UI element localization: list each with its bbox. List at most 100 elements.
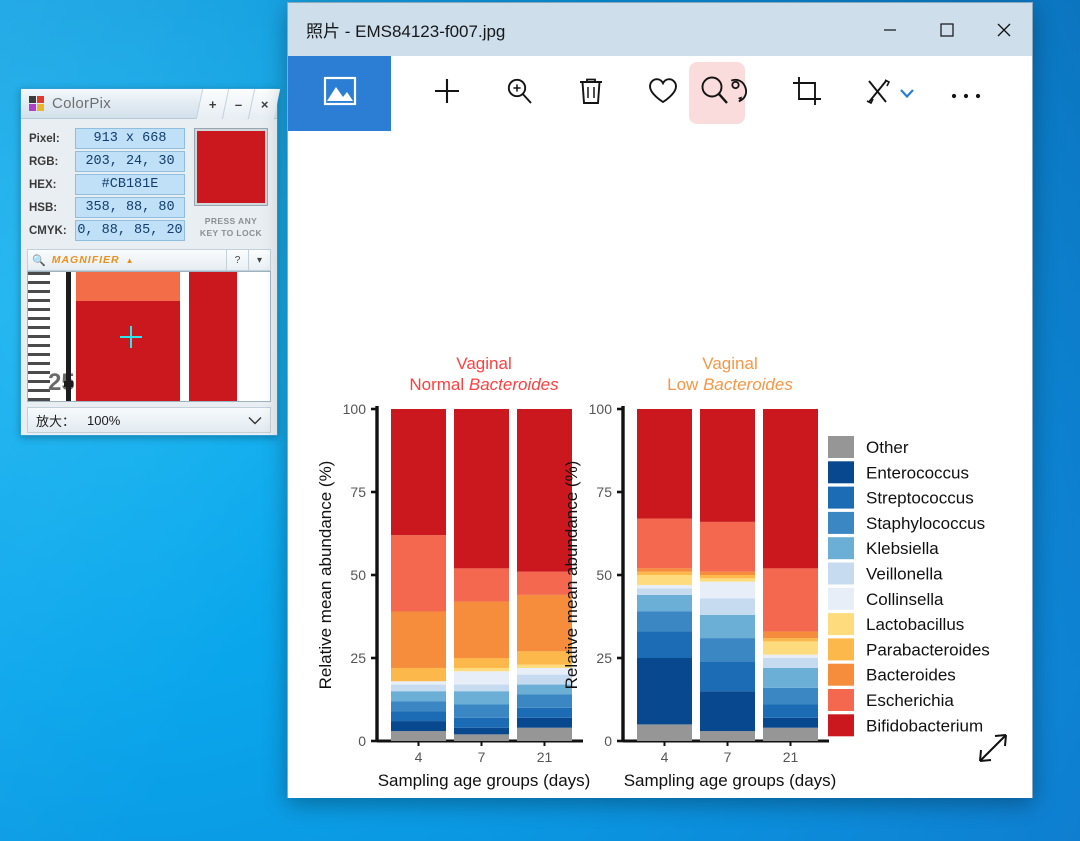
legend-label: Streptococcus <box>866 489 974 508</box>
bar-segment <box>700 598 755 615</box>
bar-segment <box>637 611 692 632</box>
bar-segment <box>700 578 755 582</box>
colorpix-titlebar[interactable]: ColorPix + – × <box>21 89 281 119</box>
x-tick-label: 21 <box>783 749 799 765</box>
legend-swatch <box>828 714 854 737</box>
magnifier-help-button[interactable]: ? <box>226 250 248 270</box>
photos-window[interactable]: 照片 - EMS84123-f007.jpg Vaginal Normal Ba… <box>287 2 1033 798</box>
legend-label: Bacteroides <box>866 666 956 685</box>
add-button[interactable] <box>411 56 483 131</box>
legend-swatch <box>828 436 854 458</box>
magnifier-buttons[interactable]: ? ▾ <box>226 250 270 270</box>
bar-segment <box>637 658 692 725</box>
expand-diagonal-icon[interactable] <box>976 731 1010 770</box>
bar-segment <box>454 734 509 741</box>
bar-segment <box>700 575 755 579</box>
minimize-button[interactable] <box>861 3 918 56</box>
magnifier-header[interactable]: 🔍 MAGNIFIER ▲ ? ▾ <box>27 249 271 271</box>
window-controls[interactable] <box>861 3 1032 56</box>
colorpix-field-hsb: HSB: 358, 88, 80 <box>29 196 185 219</box>
rotate-button[interactable] <box>689 56 771 131</box>
bar-segment <box>700 571 755 575</box>
legend-label: Klebsiella <box>866 539 939 558</box>
bar-segment <box>454 704 509 718</box>
legend-label: Bifidobacterium <box>866 716 983 735</box>
bar-segment <box>454 684 509 692</box>
rgb-value[interactable]: 203, 24, 30 <box>75 151 185 172</box>
legend-label: Staphylococcus <box>866 514 985 533</box>
more-button[interactable] <box>949 88 983 100</box>
y-tick-label: 0 <box>604 733 612 749</box>
pixel-label: Pixel: <box>29 132 60 145</box>
bar-segment <box>763 717 818 728</box>
bar-segment <box>763 641 818 655</box>
magnifier-preview: 25 <box>27 271 271 402</box>
delete-button[interactable] <box>555 56 627 131</box>
bar-segment <box>700 638 755 662</box>
bar-segment <box>763 638 818 642</box>
y-tick-label: 100 <box>589 401 613 417</box>
zoom-selector[interactable]: 放大： 100% <box>27 407 271 433</box>
legend-swatch <box>828 689 854 711</box>
colorpix-close-button[interactable]: × <box>247 89 281 119</box>
panel-title-line1: Vaginal <box>456 354 511 373</box>
magnifier-menu-button[interactable]: ▾ <box>248 250 270 270</box>
bar-segment <box>391 731 446 741</box>
bar-segment <box>391 681 446 685</box>
magnifier-crosshair-icon <box>120 326 142 348</box>
lock-hint: PRESS ANY KEY TO LOCK <box>199 216 263 238</box>
magnifier-title: MAGNIFIER <box>51 254 120 266</box>
bar-segment <box>517 727 572 741</box>
bar-segment <box>454 409 509 569</box>
chevron-down-icon[interactable] <box>248 413 262 428</box>
colorpix-window-buttons[interactable]: + – × <box>195 89 281 119</box>
bar-segment <box>517 694 572 708</box>
bar-segment <box>700 521 755 572</box>
crop-button[interactable] <box>771 56 843 131</box>
x-axis-label: Sampling age groups (days) <box>624 771 837 790</box>
edit-button[interactable] <box>843 56 915 131</box>
photos-titlebar[interactable]: 照片 - EMS84123-f007.jpg <box>288 3 1032 56</box>
pixel-value[interactable]: 913 x 668 <box>75 128 185 149</box>
gallery-thumbnail-button[interactable] <box>288 56 391 131</box>
photos-toolbar[interactable] <box>288 56 1032 131</box>
magnifier-tick-marks <box>28 272 50 401</box>
toolbar-buttons[interactable] <box>391 56 1032 131</box>
panel-title-line2: Normal Bacteroides <box>409 375 559 394</box>
legend-label: Parabacteroides <box>866 640 990 659</box>
panel-title-line1: Vaginal <box>702 354 757 373</box>
magnifier-collapse-icon[interactable]: ▲ <box>126 256 135 265</box>
bar-segment <box>700 691 755 732</box>
bar-segment <box>391 701 446 712</box>
plus-icon <box>432 76 462 111</box>
legend-label: Escherichia <box>866 691 954 710</box>
close-button[interactable] <box>975 3 1032 56</box>
zoom-value: 100% <box>87 412 121 428</box>
bar-segment <box>391 667 446 682</box>
bar-segment <box>391 611 446 668</box>
bar-segment <box>763 658 818 668</box>
zoom-button[interactable] <box>483 56 555 131</box>
bar-segment <box>391 409 446 536</box>
bar-segment <box>637 568 692 572</box>
legend-swatch <box>828 461 854 484</box>
magnifier-search-icon: 🔍 <box>32 254 46 267</box>
bar-segment <box>454 568 509 602</box>
bar-segment <box>637 575 692 585</box>
cmyk-value[interactable]: 0, 88, 85, 20 <box>75 220 185 241</box>
colorpix-window[interactable]: ColorPix + – × Pixel: 913 x 668 RGB: 203… <box>20 88 281 436</box>
figure-stacked-bar-charts: Vaginal Normal Bacteroides 0 25 50 75 100 Relat… <box>288 131 1034 798</box>
hsb-value[interactable]: 358, 88, 80 <box>75 197 185 218</box>
maximize-button[interactable] <box>918 3 975 56</box>
legend-swatch <box>828 663 854 686</box>
bar-segment <box>637 724 692 741</box>
hex-value[interactable]: #CB181E <box>75 174 185 195</box>
image-icon <box>323 76 357 111</box>
trash-icon <box>577 76 605 111</box>
legend-swatch <box>828 511 854 534</box>
bar-segment <box>391 535 446 612</box>
hsb-label: HSB: <box>29 201 58 214</box>
legend-swatch <box>828 562 854 585</box>
legend-label: Other <box>866 438 909 457</box>
color-swatch <box>194 128 268 206</box>
